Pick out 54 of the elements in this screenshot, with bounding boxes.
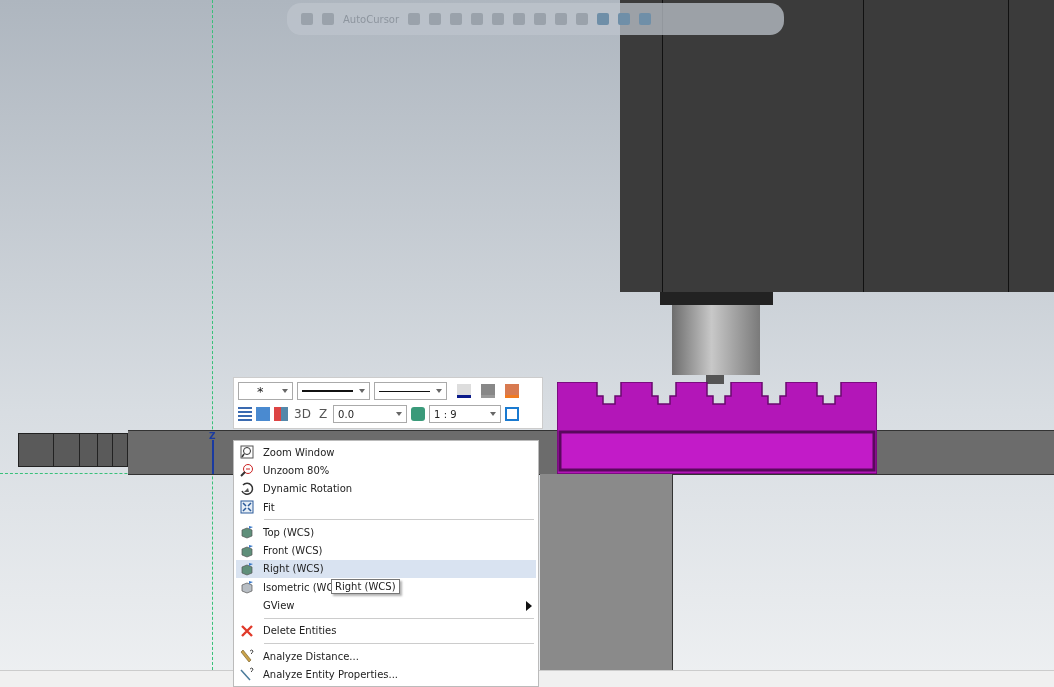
- color-icon[interactable]: [505, 384, 519, 398]
- menu-item[interactable]: Analyze Distance...: [236, 646, 536, 666]
- menu-item[interactable]: Zoom Window: [236, 443, 536, 462]
- measure-line-icon: [240, 667, 254, 682]
- delete-icon: [240, 623, 254, 638]
- menu-item[interactable]: Fit: [236, 497, 536, 517]
- toolbar-icon[interactable]: [513, 13, 526, 25]
- color-icon[interactable]: [481, 384, 495, 398]
- menu-item[interactable]: Front (WCS): [236, 541, 536, 560]
- toolbar-icon[interactable]: [597, 13, 610, 25]
- toolbar-icon[interactable]: [450, 13, 463, 25]
- menu-item[interactable]: Isometric (WC Right (WCS): [236, 578, 536, 597]
- tooltip: Right (WCS): [331, 579, 400, 595]
- cube-icon: [240, 525, 254, 540]
- toolbar-icon[interactable]: [618, 13, 631, 25]
- menu-item[interactable]: Unzoom 80%: [236, 461, 536, 480]
- zoom-window-icon: [240, 445, 254, 460]
- line-style-dropdown[interactable]: [297, 382, 370, 400]
- layers-icon[interactable]: [411, 407, 426, 421]
- menu-item[interactable]: Delete Entities: [236, 621, 536, 640]
- export-icon[interactable]: [505, 407, 520, 421]
- toolbar-icon[interactable]: [429, 13, 442, 25]
- menu-item[interactable]: Dynamic Rotation: [236, 479, 536, 498]
- rotate-icon: [240, 481, 254, 496]
- toolbar-icon[interactable]: [639, 13, 652, 25]
- tool-tip-drawing: [706, 375, 724, 384]
- cube-icon: [240, 543, 254, 558]
- cube-icon: [240, 561, 254, 576]
- toolbar-icon[interactable]: [408, 13, 421, 25]
- toolbar-icon[interactable]: [471, 13, 484, 25]
- z-button[interactable]: Z: [316, 407, 330, 421]
- menu-item[interactable]: Right (WCS): [236, 559, 536, 579]
- z-axis-icon: [212, 440, 214, 474]
- toolbar-icon[interactable]: [555, 13, 568, 25]
- menu-item[interactable]: Analyze Entity Properties...: [236, 665, 536, 684]
- ruler-icon: [240, 649, 254, 664]
- 3d-button[interactable]: 3D: [292, 407, 313, 421]
- color-icon[interactable]: [457, 384, 471, 398]
- cube-icon: [240, 580, 254, 595]
- toolbar-icon[interactable]: [576, 13, 589, 25]
- submenu-arrow-icon: [526, 600, 532, 611]
- zoom-out-icon: [240, 463, 254, 478]
- menu-item[interactable]: GView: [236, 596, 536, 615]
- line-width-dropdown[interactable]: [374, 382, 447, 400]
- scale-field[interactable]: 1 : 9: [429, 405, 502, 423]
- toolbar-icon[interactable]: [534, 13, 547, 25]
- menu-item[interactable]: Top (WCS): [236, 523, 536, 542]
- levels-icon[interactable]: [238, 407, 252, 421]
- z-depth-field[interactable]: 0.0: [333, 405, 408, 423]
- toolbar-icon[interactable]: [492, 13, 505, 25]
- point-style-dropdown[interactable]: *: [238, 382, 293, 400]
- axis-label: Z: [209, 431, 216, 441]
- fit-icon: [240, 500, 254, 515]
- align-icon[interactable]: [274, 407, 288, 421]
